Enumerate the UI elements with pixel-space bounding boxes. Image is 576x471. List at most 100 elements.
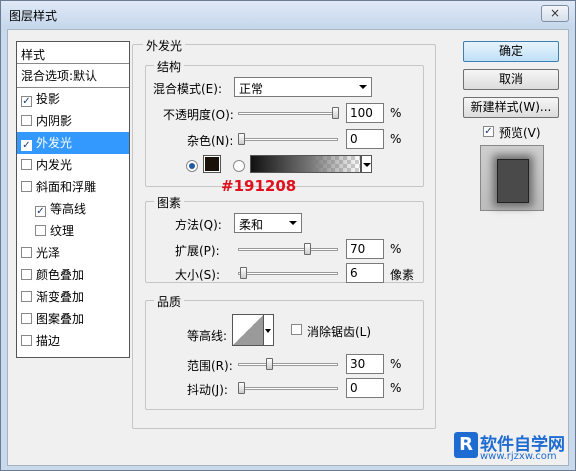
color-annotation: #191208 [221,177,297,195]
style-item[interactable]: 内阴影 [17,110,129,132]
range-unit: % [390,357,402,371]
style-item-label: 内发光 [36,158,73,172]
opacity-slider-thumb[interactable] [332,107,339,119]
style-item-checkbox[interactable]: ✓ [21,96,32,107]
blend-mode-label: 混合模式(E): [153,82,222,96]
outer-glow-panel: 外发光 结构 混合模式(E): 正常 不透明度(O): 100 % 杂色(N):… [132,37,436,429]
preview-checkbox[interactable]: ✓ [483,126,494,137]
watermark-logo-icon: R [454,432,478,458]
size-slider[interactable] [238,272,338,275]
style-item-checkbox[interactable]: ✓ [21,140,32,151]
opacity-unit: % [390,106,402,120]
preview-label[interactable]: 预览(V) [499,124,541,141]
style-item-label: 描边 [36,334,61,348]
elements-title: 图素 [154,194,185,211]
cancel-button[interactable]: 取消 [463,69,559,90]
glow-color-swatch[interactable] [203,155,221,173]
style-item-checkbox[interactable] [21,115,32,126]
style-item[interactable]: ✓ 投影 [17,88,129,110]
style-list-header[interactable]: 样式 [17,42,129,64]
chevron-down-icon [265,329,271,333]
dialog-body: 样式 混合选项:默认 ✓ 投影 内阴影 ✓ 外发光 内发光 斜面和浮雕 ✓ 等高线 纹理 光泽 颜色叠… [7,29,569,466]
style-item-checkbox[interactable] [21,269,32,280]
style-item[interactable]: 渐变叠加 [17,286,129,308]
style-item-checkbox[interactable] [21,247,32,258]
style-item-checkbox[interactable]: ✓ [35,206,46,217]
new-style-button[interactable]: 新建样式(W)... [463,97,559,118]
style-item[interactable]: 斜面和浮雕 [17,176,129,198]
size-unit: 像素 [390,268,415,282]
style-item-label: 光泽 [36,246,61,260]
style-item-label: 颜色叠加 [36,268,85,282]
gradient-dropdown[interactable] [361,155,372,173]
style-item-checkbox[interactable] [21,159,32,170]
contour-dropdown[interactable] [264,314,274,346]
preview-thumbnail [497,159,529,203]
gradient-swatch[interactable] [250,155,361,173]
quality-group: 品质 等高线: 消除锯齿(L) 范围(R): 30 % 抖动(J): 0 % [145,293,424,410]
blend-mode-select[interactable]: 正常 [234,77,372,97]
style-item-label: 渐变叠加 [36,290,85,304]
technique-select[interactable]: 柔和 [234,213,302,233]
antialias-label[interactable]: 消除锯齿(L) [307,323,371,340]
solid-color-radio[interactable] [186,160,198,172]
opacity-slider[interactable] [238,112,338,115]
gradient-radio[interactable] [233,160,245,172]
style-item[interactable]: 内发光 [17,154,129,176]
contour-preview[interactable] [232,314,264,346]
size-input[interactable]: 6 [346,263,384,283]
style-item-checkbox[interactable] [21,181,32,192]
style-items: ✓ 投影内阴影 ✓ 外发光内发光斜面和浮雕 ✓ 等高线纹理光泽颜色叠加渐变叠加图案叠加描边 [17,88,129,352]
technique-label: 方法(Q): [175,218,222,232]
blend-mode-value: 正常 [239,82,264,96]
range-slider-thumb[interactable] [266,358,274,370]
size-label: 大小(S): [175,268,221,282]
noise-slider-thumb[interactable] [238,133,245,145]
jitter-slider-thumb[interactable] [238,382,245,394]
style-item[interactable]: 纹理 [17,220,129,242]
contour-label: 等高线: [187,329,228,343]
opacity-label: 不透明度(O): [163,108,234,122]
chevron-down-icon [363,163,371,167]
opacity-input[interactable]: 100 [346,103,384,123]
jitter-unit: % [390,381,402,395]
style-item[interactable]: 光泽 [17,242,129,264]
antialias-checkbox[interactable] [291,324,302,335]
style-item-label: 斜面和浮雕 [36,180,97,194]
style-item-checkbox[interactable] [21,335,32,346]
noise-input[interactable]: 0 [346,129,384,149]
size-slider-thumb[interactable] [240,267,248,279]
jitter-label: 抖动(J): [187,383,228,397]
style-item[interactable]: 图案叠加 [17,308,129,330]
layer-style-dialog: 图层样式 × 样式 混合选项:默认 ✓ 投影 内阴影 ✓ 外发光 内发光 斜面和浮雕 ✓ 等高线… [0,0,576,471]
ok-button[interactable]: 确定 [463,41,559,62]
style-item[interactable]: 颜色叠加 [17,264,129,286]
style-list: 样式 混合选项:默认 ✓ 投影内阴影 ✓ 外发光内发光斜面和浮雕 ✓ 等高线纹理光泽颜色叠… [16,41,130,358]
blend-options-item[interactable]: 混合选项:默认 [17,64,129,88]
style-item[interactable]: ✓ 等高线 [17,198,129,220]
style-item-checkbox[interactable] [21,313,32,324]
style-item[interactable]: 描边 [17,330,129,352]
style-item-label: 等高线 [50,202,87,216]
style-item[interactable]: ✓ 外发光 [17,132,129,154]
quality-title: 品质 [154,293,185,310]
technique-value: 柔和 [239,218,264,232]
close-button[interactable]: × [541,5,569,22]
preview-box [480,145,544,211]
range-slider[interactable] [238,363,338,366]
noise-unit: % [390,132,402,146]
style-item-checkbox[interactable] [35,225,46,236]
noise-label: 杂色(N): [187,134,234,148]
style-item-checkbox[interactable] [21,291,32,302]
range-input[interactable]: 30 [346,354,384,374]
spread-slider-thumb[interactable] [303,243,311,255]
outer-glow-title: 外发光 [143,37,186,54]
jitter-input[interactable]: 0 [346,378,384,398]
spread-input[interactable]: 70 [346,239,384,259]
style-item-label: 投影 [36,92,61,106]
range-label: 范围(R): [187,359,233,373]
title-bar[interactable]: 图层样式 × [1,1,575,28]
spread-slider[interactable] [238,248,338,251]
noise-slider[interactable] [238,138,338,141]
jitter-slider[interactable] [238,387,338,390]
